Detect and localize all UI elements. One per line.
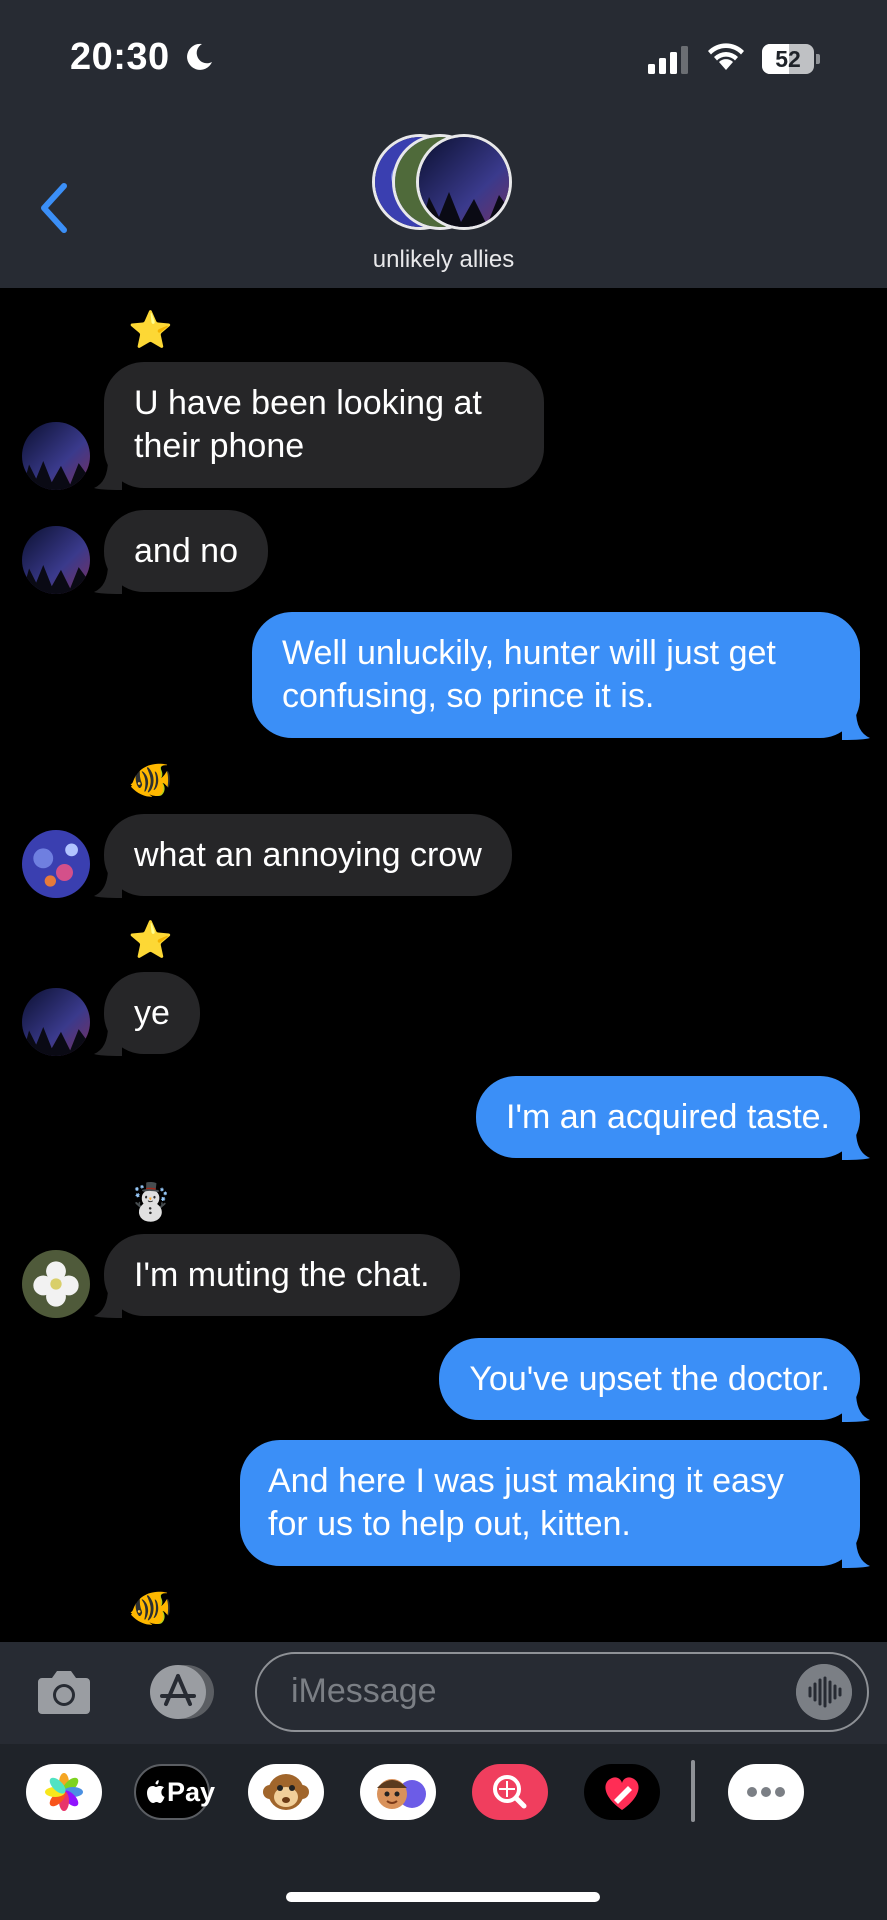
sender-avatar-night-sky[interactable] <box>22 988 90 1056</box>
tray-divider <box>691 1760 695 1822</box>
back-chevron-icon[interactable] <box>34 180 74 236</box>
received-message[interactable]: I'm muting the chat. <box>94 1234 460 1318</box>
message-text: what an annoying crow <box>134 836 482 874</box>
battery-level: 52 <box>775 46 801 72</box>
message-input[interactable]: iMessage <box>255 1652 869 1732</box>
status-time: 20:30 <box>70 36 170 78</box>
message-text: U have been looking at their phone <box>134 384 482 465</box>
apple-pay-label: Pay <box>167 1777 216 1807</box>
message-text: I'm an acquired taste. <box>506 1098 830 1136</box>
app-store-icon[interactable] <box>144 1664 216 1720</box>
sent-message[interactable]: You've upset the doctor. <box>439 1338 870 1422</box>
wifi-icon <box>708 43 744 70</box>
sent-message[interactable]: Well unluckily, hunter will just get con… <box>252 612 870 740</box>
message-text: Well unluckily, hunter will just get con… <box>282 634 776 715</box>
battery-nub <box>816 54 820 64</box>
received-message[interactable]: and no <box>94 510 268 594</box>
moon-icon <box>187 43 212 70</box>
apple-pay-app-icon[interactable]: Pay <box>134 1764 215 1820</box>
sender-marker-fish: 🐠 <box>128 759 173 800</box>
more-apps-icon[interactable] <box>728 1764 804 1820</box>
message-text: You've upset the doctor. <box>469 1360 830 1398</box>
sender-marker-star: ⭐ <box>128 919 173 960</box>
sender-avatar-night-sky[interactable] <box>22 526 90 594</box>
message-input-placeholder: iMessage <box>291 1672 437 1710</box>
sender-marker-fish: 🐠 <box>128 1587 173 1628</box>
sender-avatar-fish[interactable] <box>22 830 90 898</box>
message-text: I'm muting the chat. <box>134 1256 430 1294</box>
sender-avatar-night-sky[interactable] <box>22 422 90 490</box>
sender-avatar-flower[interactable] <box>22 1250 90 1318</box>
digital-touch-app-icon[interactable] <box>584 1764 660 1820</box>
message-text: and no <box>134 532 238 570</box>
voice-message-icon[interactable] <box>796 1664 852 1720</box>
group-avatar-stack[interactable] <box>372 134 516 230</box>
group-name[interactable]: unlikely allies <box>0 246 887 274</box>
sent-message[interactable]: And here I was just making it easy for u… <box>240 1440 870 1568</box>
message-text: And here I was just making it easy for u… <box>268 1462 784 1543</box>
photos-app-icon[interactable] <box>26 1764 102 1820</box>
member-avatar-night-sky <box>416 134 512 230</box>
sender-marker-star: ⭐ <box>128 309 173 350</box>
battery-icon: 52 <box>762 44 814 74</box>
received-message[interactable]: ye <box>94 972 200 1056</box>
sent-message[interactable]: I'm an acquired taste. <box>476 1076 870 1160</box>
home-indicator[interactable] <box>286 1892 600 1902</box>
received-message[interactable]: U have been looking at their phone <box>94 362 544 490</box>
image-search-app-icon[interactable] <box>472 1764 548 1820</box>
camera-icon[interactable] <box>36 1666 92 1718</box>
message-text: ye <box>134 994 170 1032</box>
animoji-app-icon[interactable] <box>248 1764 324 1820</box>
received-message[interactable]: what an annoying crow <box>94 814 512 898</box>
sender-marker-snowman: ☃️ <box>128 1181 173 1222</box>
memoji-app-icon[interactable] <box>360 1764 436 1820</box>
cellular-signal-icon <box>648 46 688 74</box>
